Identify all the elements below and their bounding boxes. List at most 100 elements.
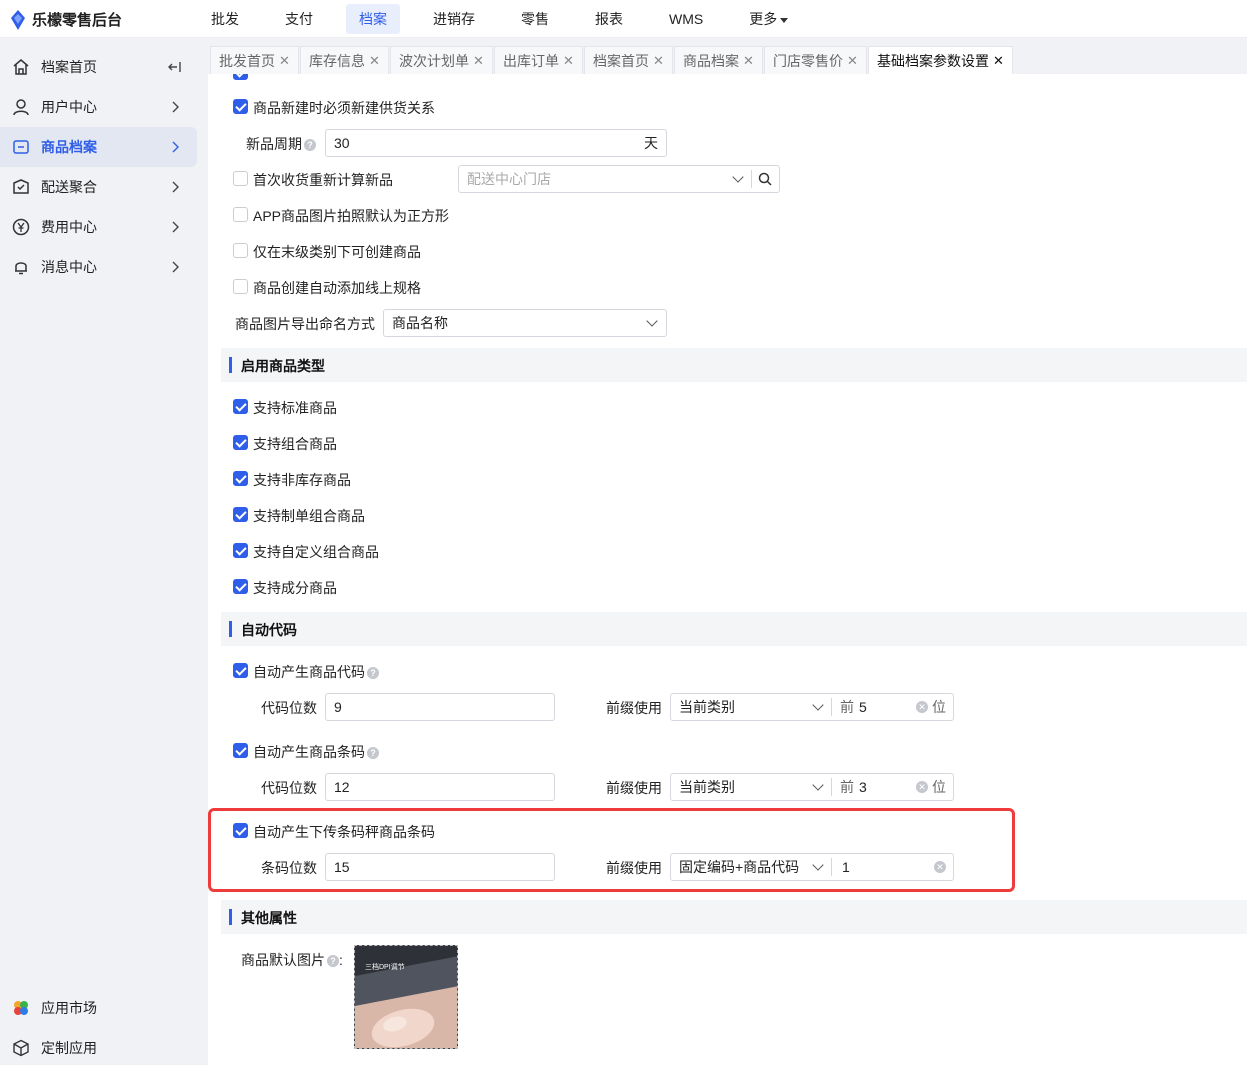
help-icon[interactable]: ? (327, 955, 339, 968)
image-export-select[interactable]: 商品名称 (383, 309, 667, 337)
default-image-upload[interactable]: 三档DPI调节 (354, 945, 458, 1049)
topnav-retail[interactable]: 零售 (508, 4, 562, 34)
auto-product-barcode-checkbox[interactable] (233, 743, 248, 758)
front-value-input[interactable]: 5 (859, 694, 867, 720)
chevron-down-icon[interactable] (812, 779, 824, 791)
fixed-code-input[interactable]: 1 (842, 854, 850, 880)
chevron-down-icon[interactable] (812, 859, 824, 871)
user-icon (13, 99, 29, 116)
prefix-select-value[interactable]: 当前类别 (679, 694, 735, 720)
sidebar-item-label: 费用中心 (41, 219, 97, 235)
checkbox-cut-off[interactable] (233, 74, 248, 80)
tab-store-retail-price[interactable]: 门店零售价 ✕ (764, 46, 867, 74)
close-icon[interactable]: ✕ (653, 53, 664, 69)
help-icon[interactable]: ? (367, 667, 379, 680)
sidebar-item-product-archive[interactable]: 商品档案 (0, 127, 197, 167)
auto-scale-barcode-checkbox[interactable] (233, 823, 248, 838)
auto-online-spec-checkbox[interactable] (233, 279, 248, 294)
topnav-archive[interactable]: 档案 (346, 4, 400, 34)
prefix-select-value[interactable]: 当前类别 (679, 774, 735, 800)
close-icon[interactable]: ✕ (993, 53, 1004, 69)
tab-wave-plan[interactable]: 波次计划单 ✕ (390, 46, 493, 74)
sidebar-item-label: 用户中心 (41, 99, 97, 115)
sidebar-item-label: 消息中心 (41, 259, 97, 275)
sidebar-item-custom-app[interactable]: 定制应用 (0, 1028, 197, 1065)
section-marker (229, 621, 232, 637)
topnav-wholesale[interactable]: 批发 (198, 4, 252, 34)
clear-icon[interactable]: ✕ (934, 861, 946, 873)
collapse-icon[interactable] (165, 60, 185, 74)
auto-product-code-checkbox[interactable] (233, 663, 248, 678)
section-title: 其他属性 (241, 910, 297, 926)
front-label: 前 (840, 779, 854, 795)
close-icon[interactable]: ✕ (369, 53, 380, 69)
help-icon[interactable]: ? (367, 747, 379, 760)
close-icon[interactable]: ✕ (279, 53, 290, 69)
new-cycle-label: 新品周期? (246, 134, 316, 154)
unit-label: 位 (932, 699, 946, 715)
last-level-only-checkbox[interactable] (233, 243, 248, 258)
sidebar-item-delivery[interactable]: 配送聚合 (0, 167, 197, 207)
first-receive-checkbox[interactable] (233, 171, 248, 186)
tab-wholesale-home[interactable]: 批发首页 ✕ (210, 46, 299, 74)
non-stock-product-checkbox[interactable] (233, 471, 248, 486)
tab-basic-archive-settings[interactable]: 基础档案参数设置 ✕ (868, 46, 1013, 74)
search-icon[interactable] (758, 172, 772, 186)
front-value-input[interactable]: 3 (859, 774, 867, 800)
tab-inventory-info[interactable]: 库存信息 ✕ (300, 46, 389, 74)
chevron-down-icon[interactable] (812, 699, 824, 711)
scale-barcode-digits-input[interactable]: 15 (325, 853, 555, 881)
barcode-digits-input[interactable]: 12 (325, 773, 555, 801)
code-digits-input[interactable]: 9 (325, 693, 555, 721)
auto-product-barcode-label: 自动产生商品条码? (253, 742, 379, 762)
front-label: 前 (840, 699, 854, 715)
topnav-more[interactable]: 更多 (736, 4, 801, 34)
tab-bar: 批发首页 ✕ 库存信息 ✕ 波次计划单 ✕ 出库订单 ✕ 档案首页 ✕ 商品档案 ✕ 门店零… (208, 38, 1247, 74)
new-cycle-input[interactable]: 30 天 (325, 129, 667, 157)
sidebar-item-fee-center[interactable]: 费用中心 (0, 207, 197, 247)
tab-label: 门店零售价 (773, 52, 843, 69)
sidebar-item-app-market[interactable]: 应用市场 (0, 988, 197, 1028)
standard-product-checkbox[interactable] (233, 399, 248, 414)
topnav-wms[interactable]: WMS (656, 4, 716, 34)
topnav-inventory[interactable]: 进销存 (420, 4, 488, 34)
sidebar-item-label: 商品档案 (41, 139, 97, 155)
chevron-right-icon (172, 261, 179, 273)
app-logo[interactable]: 乐檬零售后台 (10, 9, 122, 30)
unit-label: 位 (932, 779, 946, 795)
sidebar-item-message-center[interactable]: 消息中心 (0, 247, 197, 287)
help-icon[interactable]: ? (304, 139, 316, 152)
yen-icon (12, 218, 30, 236)
custom-combo-product-label: 支持自定义组合商品 (253, 544, 379, 560)
prefix-select-value[interactable]: 固定编码+商品代码 (679, 854, 799, 880)
combo-product-checkbox[interactable] (233, 435, 248, 450)
product-icon (13, 140, 29, 154)
standard-product-label: 支持标准商品 (253, 400, 337, 416)
sidebar-item-archive-home[interactable]: 档案首页 (0, 47, 197, 87)
close-icon[interactable]: ✕ (563, 53, 574, 69)
sidebar-item-user-center[interactable]: 用户中心 (0, 87, 197, 127)
app-market-icon (14, 1001, 28, 1015)
ingredient-product-checkbox[interactable] (233, 579, 248, 594)
topnav-reports[interactable]: 报表 (582, 4, 636, 34)
custom-combo-product-checkbox[interactable] (233, 543, 248, 558)
auto-online-spec-label: 商品创建自动添加线上规格 (253, 280, 421, 296)
tab-label: 档案首页 (593, 52, 649, 69)
close-icon[interactable]: ✕ (847, 53, 858, 69)
order-combo-product-checkbox[interactable] (233, 507, 248, 522)
clear-icon[interactable]: ✕ (916, 701, 928, 713)
must-create-supply-checkbox[interactable] (233, 99, 248, 114)
close-icon[interactable]: ✕ (743, 53, 754, 69)
prefix-label: 前缀使用 (606, 860, 662, 876)
app-square-checkbox[interactable] (233, 207, 248, 222)
clear-icon[interactable]: ✕ (916, 781, 928, 793)
distribution-store-select[interactable]: 配送中心门店 (458, 165, 780, 193)
tab-archive-home[interactable]: 档案首页 ✕ (584, 46, 673, 74)
distribution-store-placeholder: 配送中心门店 (467, 171, 551, 187)
tab-product-archive[interactable]: 商品档案 ✕ (674, 46, 763, 74)
top-nav: 批发 支付 档案 进销存 零售 报表 WMS 更多 (198, 0, 821, 38)
topnav-payment[interactable]: 支付 (272, 4, 326, 34)
close-icon[interactable]: ✕ (473, 53, 484, 69)
prefix-label: 前缀使用 (606, 780, 662, 796)
tab-outbound-order[interactable]: 出库订单 ✕ (494, 46, 583, 74)
